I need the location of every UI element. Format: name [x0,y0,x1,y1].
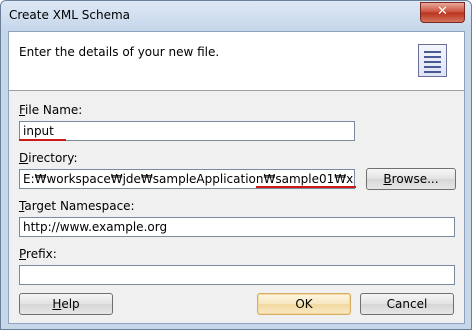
target-namespace-input[interactable]: http://www.example.org [19,217,455,237]
prefix-label: Prefix: [19,247,57,261]
target-namespace-label: Target Namespace: [19,199,135,213]
dialog-body: Enter the details of your new file. File… [8,31,465,324]
close-button[interactable]: ✕ [420,2,465,23]
directory-label: Directory: [19,151,78,165]
file-name-input[interactable]: input [19,121,355,141]
ok-button[interactable]: OK [257,293,351,315]
cancel-button[interactable]: Cancel [360,293,454,315]
browse-button-label: Browse... [383,172,439,186]
directory-highlight-underline [256,186,356,188]
browse-button[interactable]: Browse... [366,168,456,190]
title-bar[interactable]: Create XML Schema ✕ [1,1,471,31]
help-button[interactable]: Help [19,293,113,315]
document-lines-icon [418,44,447,77]
close-icon: ✕ [437,4,448,19]
header-message: Enter the details of your new file. [19,45,220,59]
file-name-label: File Name: [19,103,83,117]
help-button-label: Help [52,297,80,311]
file-name-highlight-underline [19,139,66,141]
create-xml-schema-dialog: Create XML Schema ✕ Enter the details of… [0,0,472,330]
header-panel: Enter the details of your new file. [9,32,464,91]
dialog-title: Create XML Schema [9,8,131,22]
prefix-input[interactable] [19,265,455,285]
